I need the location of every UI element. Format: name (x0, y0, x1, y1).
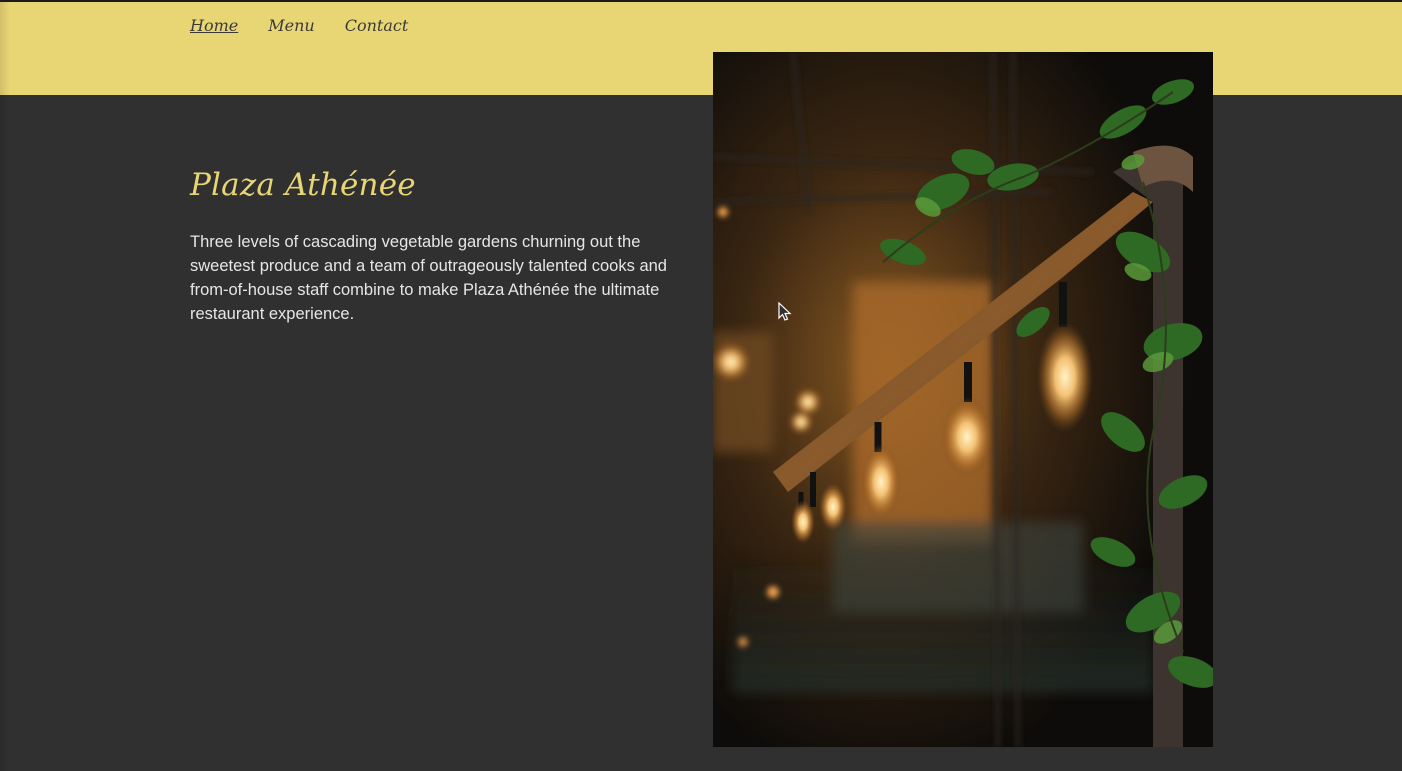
main-nav: Home Menu Contact (190, 16, 408, 35)
restaurant-photo (713, 52, 1213, 747)
nav-contact-link[interactable]: Contact (345, 16, 409, 35)
hero-description: Three levels of cascading vegetable gard… (190, 233, 667, 323)
nav-home-link[interactable]: Home (190, 16, 238, 35)
page-title: Plaza Athénée (190, 167, 416, 203)
left-edge-shadow (0, 2, 10, 771)
page: Home Menu Contact Plaza Athénée Three le… (0, 0, 1402, 771)
nav-menu-link[interactable]: Menu (268, 16, 314, 35)
hero-image (713, 52, 1213, 747)
